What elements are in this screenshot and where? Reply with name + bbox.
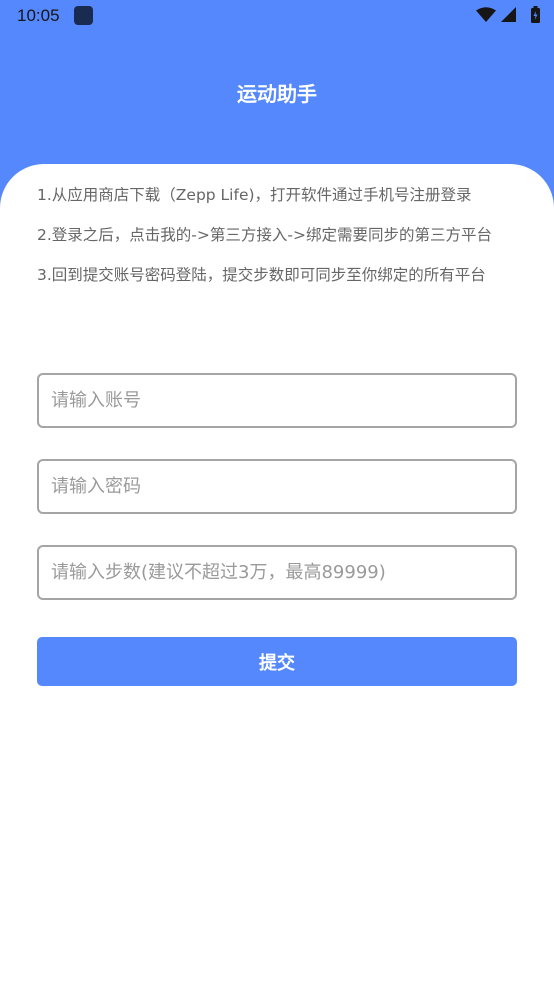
account-field[interactable] [37, 373, 517, 428]
screen: 10:05 运动助手 1.从应用商店下载（Zepp Life)，打开软件通过手机… [0, 0, 554, 984]
instructions-list: 1.从应用商店下载（Zepp Life)，打开软件通过手机号注册登录 2.登录之… [37, 184, 519, 287]
app-notification-icon [74, 6, 93, 25]
instruction-step-1: 1.从应用商店下载（Zepp Life)，打开软件通过手机号注册登录 [37, 186, 472, 204]
battery-icon [531, 6, 540, 23]
password-input[interactable] [51, 476, 503, 497]
submit-button[interactable]: 提交 [37, 637, 517, 686]
password-field[interactable] [37, 459, 517, 514]
wifi-icon [476, 7, 496, 22]
page-title: 运动助手 [237, 82, 317, 106]
status-bar: 10:05 [0, 0, 554, 32]
steps-input[interactable] [51, 562, 503, 583]
status-time: 10:05 [17, 6, 60, 25]
cellular-signal-icon [501, 7, 516, 22]
account-input[interactable] [51, 390, 503, 411]
instruction-step-2: 2.登录之后，点击我的->第三方接入->绑定需要同步的第三方平台 [37, 226, 492, 244]
instruction-step-3: 3.回到提交账号密码登陆，提交步数即可同步至你绑定的所有平台 [37, 266, 486, 284]
content-card: 1.从应用商店下载（Zepp Life)，打开软件通过手机号注册登录 2.登录之… [0, 164, 554, 984]
steps-field[interactable] [37, 545, 517, 600]
